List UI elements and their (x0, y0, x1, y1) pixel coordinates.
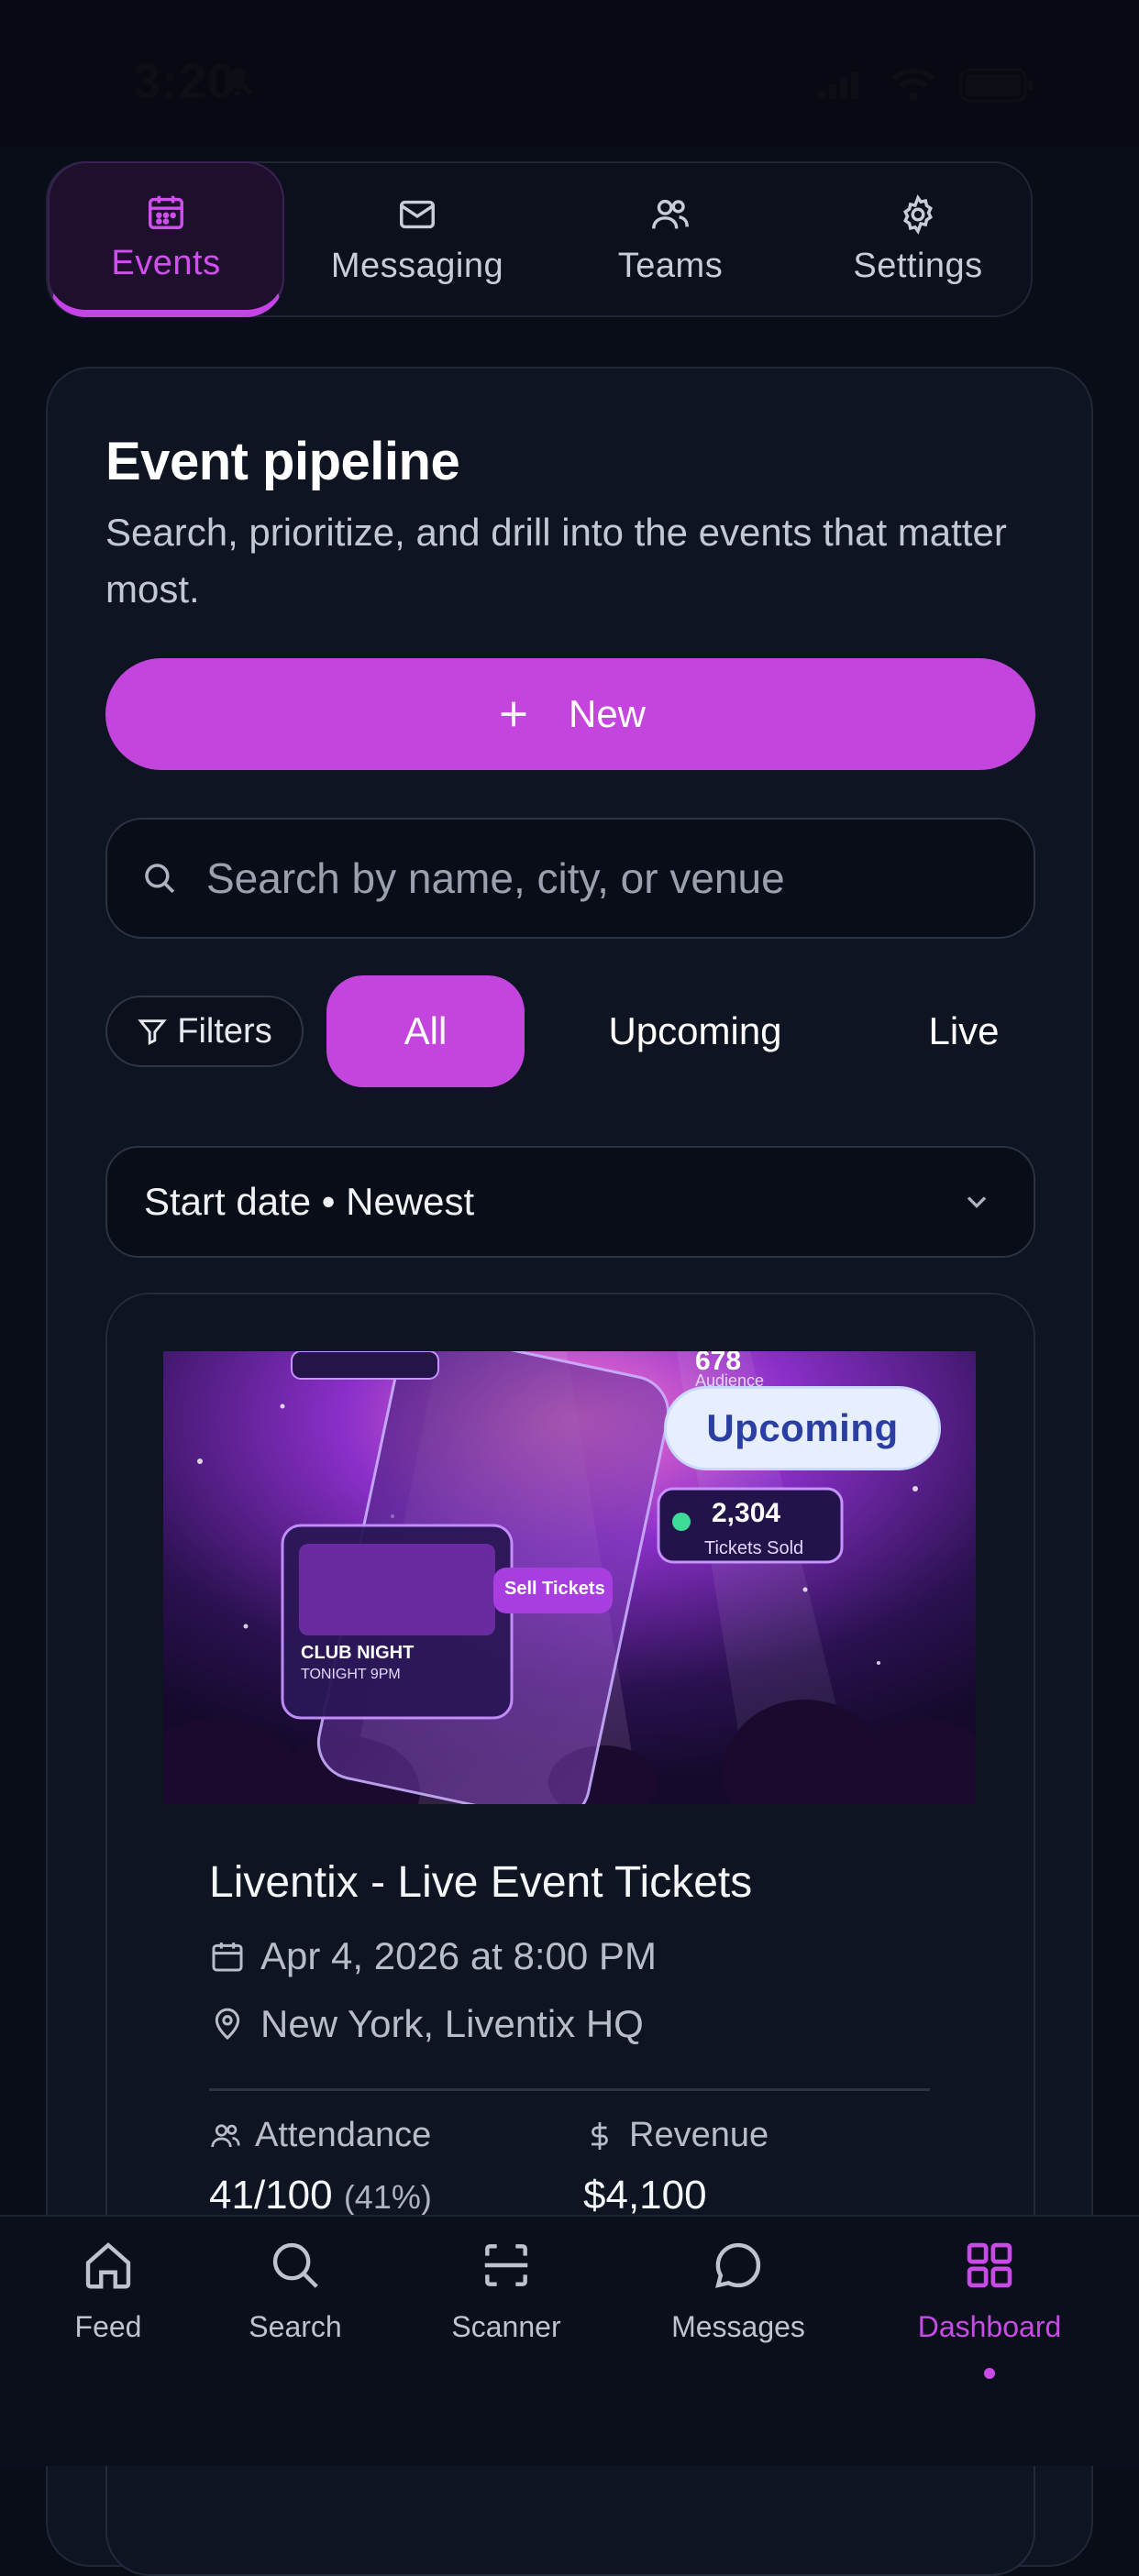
attendance-label: Attendance (209, 2116, 431, 2155)
attendance-value: 41/100 (41%) (209, 2173, 432, 2218)
sort-label: Start date • Newest (144, 1180, 475, 1223)
chevron-down-icon (967, 1196, 987, 1208)
hero-tickets-sold-value: 2,304 (712, 1498, 781, 1528)
gear-icon (903, 193, 933, 235)
hero-sell-tickets: Sell Tickets (504, 1579, 605, 1599)
nav-label: Search (249, 2310, 342, 2343)
hero-tickets-sold-label: Tickets Sold (704, 1538, 804, 1558)
page-title: Event pipeline (105, 432, 460, 491)
battery-icon (959, 68, 1033, 103)
dashboard-grid-icon (967, 2242, 1012, 2288)
event-location-text: New York, Liventix HQ (260, 2002, 644, 2045)
home-icon (85, 2242, 131, 2289)
calendar-icon (149, 195, 183, 229)
event-date: Apr 4, 2026 at 8:00 PM (209, 1934, 657, 1978)
hero-club-night: CLUB NIGHT (301, 1643, 415, 1663)
attendance-percent: (41%) (343, 2178, 432, 2216)
event-title[interactable]: Liventix - Live Event Tickets (209, 1857, 752, 1908)
nav-search[interactable]: Search (204, 2237, 387, 2344)
nav-scanner[interactable]: Scanner (415, 2237, 598, 2344)
mail-icon (400, 200, 435, 228)
search-icon (145, 864, 175, 894)
filters-label: Filters (177, 1011, 272, 1051)
filters-button[interactable]: Filters (105, 996, 304, 1067)
nav-label: Scanner (451, 2310, 561, 2343)
page-subtitle: Search, prioritize, and drill into the e… (105, 511, 1007, 611)
nav-label: Feed (74, 2310, 142, 2343)
tab-label: Settings (853, 246, 983, 285)
search-input[interactable]: Search by name, city, or venue (105, 818, 1035, 939)
tab-settings[interactable]: Settings (800, 161, 1036, 317)
divider (209, 2088, 930, 2091)
sort-select[interactable]: Start date • Newest (105, 1146, 1035, 1258)
attendance-label-text: Attendance (255, 2116, 432, 2154)
revenue-value: $4,100 (583, 2173, 707, 2218)
users-icon (652, 199, 689, 228)
new-button-label: New (568, 692, 647, 735)
active-indicator-dot (984, 2368, 995, 2379)
nav-label: Messages (671, 2310, 805, 2343)
tab-label: Teams (617, 246, 724, 285)
users-icon (211, 2123, 240, 2147)
tab-messaging[interactable]: Messaging (299, 161, 536, 317)
scan-icon (484, 2244, 528, 2286)
calendar-icon (212, 1943, 243, 1972)
chip-all[interactable]: All (326, 975, 525, 1087)
tab-label: Messaging (330, 246, 504, 285)
bell-muted-icon (221, 63, 254, 96)
revenue-label: Revenue (583, 2116, 769, 2155)
status-badge: Upcoming (664, 1386, 941, 1470)
search-icon (272, 2242, 318, 2288)
plus-icon (501, 701, 526, 727)
nav-messages[interactable]: Messages (647, 2237, 830, 2344)
tab-events[interactable]: Events (48, 161, 284, 317)
nav-label: Dashboard (917, 2310, 1062, 2343)
tab-teams[interactable]: Teams (552, 161, 789, 317)
hero-tonight: TONIGHT 9PM (301, 1667, 401, 1682)
tab-label: Events (111, 243, 221, 282)
chip-live[interactable]: Live (908, 975, 1020, 1087)
signal-icon (818, 72, 858, 99)
filter-icon (138, 1019, 168, 1046)
attendance-count: 41/100 (209, 2173, 333, 2218)
nav-feed[interactable]: Feed (17, 2237, 200, 2344)
revenue-label-text: Revenue (629, 2116, 769, 2154)
dollar-icon (592, 2121, 608, 2150)
wifi-icon (890, 68, 936, 101)
event-location: New York, Liventix HQ (209, 2002, 644, 2046)
chip-upcoming[interactable]: Upcoming (578, 975, 813, 1087)
chat-bubble-icon (715, 2242, 761, 2288)
map-pin-icon (215, 2008, 240, 2041)
new-event-button[interactable]: New (105, 658, 1035, 770)
search-placeholder: Search by name, city, or venue (206, 854, 785, 902)
nav-dashboard[interactable]: Dashboard (898, 2237, 1081, 2344)
event-date-text: Apr 4, 2026 at 8:00 PM (260, 1934, 657, 1977)
